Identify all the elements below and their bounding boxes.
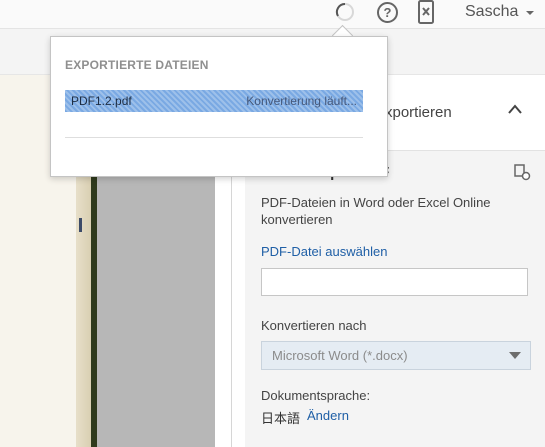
popup-divider <box>65 137 363 138</box>
exported-file-status: Konvertierung läuft... <box>246 94 357 108</box>
document-mark <box>79 218 82 232</box>
convert-to-label: Konvertieren nach <box>261 318 367 333</box>
select-pdf-link[interactable]: PDF-Datei auswählen <box>261 244 387 259</box>
panel-header-title[interactable]: xportieren <box>385 104 452 121</box>
device-icon[interactable] <box>416 0 436 24</box>
exported-files-popup: EXPORTIERTE DATEIEN PDF1.2.pdf Konvertie… <box>50 36 388 177</box>
help-icon[interactable]: ? <box>376 1 399 24</box>
chevron-up-icon[interactable] <box>507 103 523 115</box>
user-name[interactable]: Sascha <box>465 2 518 22</box>
language-label: Dokumentsprache: <box>261 388 371 403</box>
language-value: 日本語 <box>261 411 301 426</box>
spinner-icon <box>335 2 354 21</box>
svg-text:?: ? <box>384 5 392 20</box>
format-select-value: Microsoft Word (*.docx) <box>272 348 408 363</box>
exported-file-name: PDF1.2.pdf <box>71 94 132 108</box>
chevron-down-icon[interactable] <box>526 11 534 15</box>
pdf-file-input[interactable] <box>261 268 528 296</box>
panel-description: PDF-Dateien in Word oder Excel Online ko… <box>261 195 491 227</box>
exported-file-row[interactable]: PDF1.2.pdf Konvertierung läuft... <box>65 90 363 112</box>
chevron-down-icon <box>509 352 521 359</box>
popup-heading: EXPORTIERTE DATEIEN <box>65 58 209 72</box>
change-language-link[interactable]: Ändern <box>307 408 349 423</box>
top-bar <box>0 0 545 28</box>
format-select[interactable]: Microsoft Word (*.docx) <box>261 341 531 370</box>
share-icon[interactable] <box>513 163 531 181</box>
